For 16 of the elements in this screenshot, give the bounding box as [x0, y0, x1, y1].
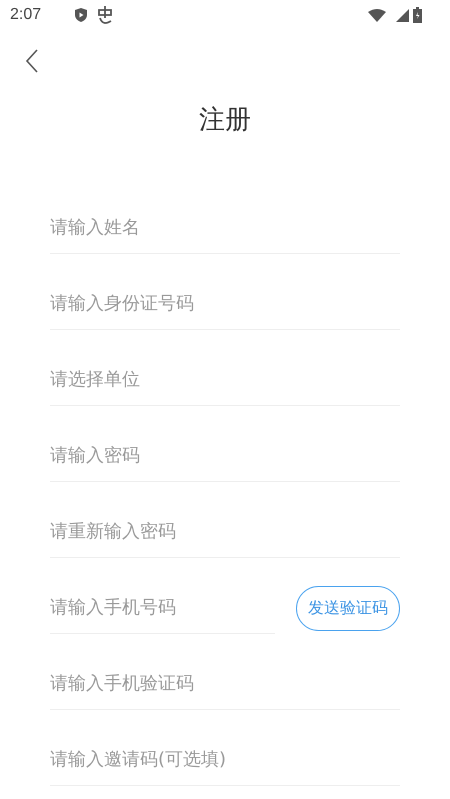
back-icon[interactable]: [25, 49, 39, 73]
input-field[interactable]: 请输入邀请码(可选填): [50, 734, 400, 786]
input-field[interactable]: 请输入身份证号码: [50, 278, 400, 330]
page-title: 注册: [198, 104, 252, 137]
input-field[interactable]: 请输入姓名: [50, 202, 400, 254]
signal-icon: [396, 8, 409, 22]
battery-icon: [413, 7, 422, 23]
input-field[interactable]: 请输入密码: [50, 430, 400, 482]
input-field[interactable]: 请输入手机号码: [50, 582, 275, 634]
input-field[interactable]: 请重新输入密码: [50, 506, 400, 558]
input-field[interactable]: 请选择单位: [50, 354, 400, 406]
status-time: 2:07: [10, 6, 42, 24]
send-code-button[interactable]: 发送验证码: [296, 586, 400, 630]
shield-icon: [75, 8, 88, 22]
wifi-icon: [368, 8, 386, 22]
input-field[interactable]: 请输入手机验证码: [50, 658, 400, 710]
